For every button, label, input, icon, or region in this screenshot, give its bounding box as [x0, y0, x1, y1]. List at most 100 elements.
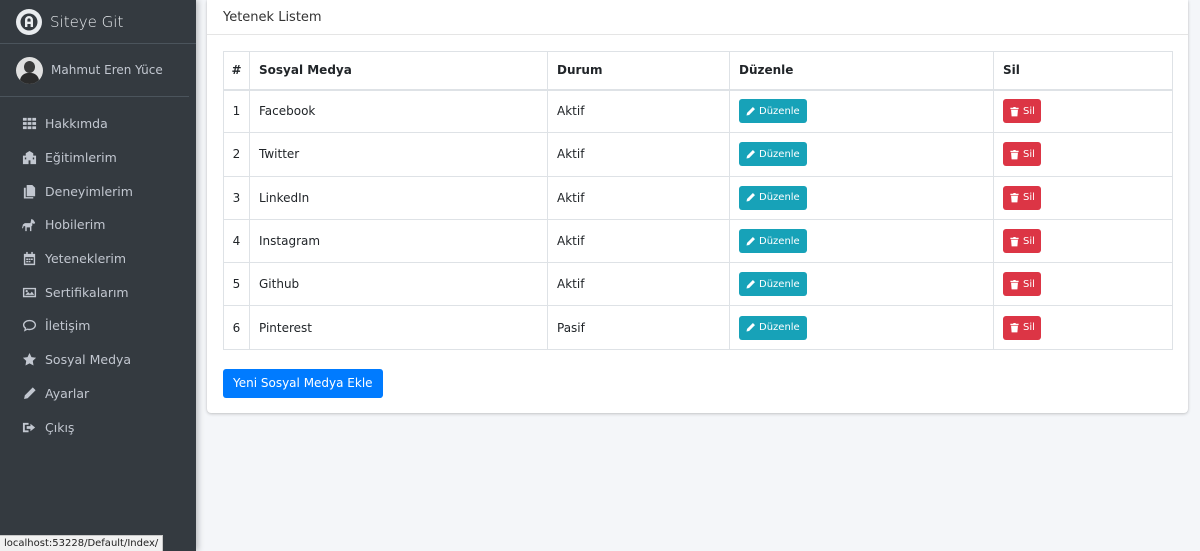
delete-button[interactable]: Sil [1003, 185, 1041, 210]
sidebar: Siteye Git Mahmut Eren Yüce Hakkımda Eği… [0, 0, 196, 551]
column-header-name: Sosyal Medya [249, 51, 548, 91]
edit-button[interactable]: Düzenle [739, 99, 807, 124]
sidebar-item-label: Deneyimlerim [45, 183, 133, 199]
sign-out-icon [22, 420, 37, 435]
edit-button[interactable]: Düzenle [739, 142, 807, 167]
table-row: 5 Github Aktif Düzenle Sil [223, 262, 1173, 307]
row-number: 4 [223, 218, 250, 264]
delete-button-label: Sil [1023, 105, 1035, 117]
column-header-status: Durum [547, 51, 730, 91]
pencil-icon [746, 323, 755, 332]
table-row: 3 LinkedIn Aktif Düzenle Sil [223, 175, 1173, 220]
delete-button[interactable]: Sil [1003, 315, 1041, 340]
copy-icon [22, 184, 37, 199]
pencil-icon [746, 149, 755, 159]
delete-button[interactable]: Sil [1003, 229, 1041, 254]
row-number: 1 [223, 88, 250, 134]
row-number: 3 [223, 175, 250, 220]
row-number: 5 [223, 262, 250, 307]
sidebar-item-hakkimda[interactable]: Hakkımda [0, 107, 196, 141]
sidebar-item-sertifikalarim[interactable]: Sertifikalarım [0, 275, 196, 309]
row-status: Aktif [547, 132, 730, 177]
sidebar-item-iletisim[interactable]: İletişim [0, 309, 196, 343]
sidebar-item-deneyimlerim[interactable]: Deneyimlerim [0, 174, 196, 208]
edit-button-label: Düzenle [759, 322, 800, 334]
delete-button-label: Sil [1023, 148, 1035, 160]
row-status: Aktif [547, 88, 730, 134]
brand-logo-icon [16, 8, 42, 35]
row-number: 2 [223, 132, 250, 177]
edit-button-label: Düzenle [759, 278, 800, 290]
pencil-icon [746, 193, 755, 202]
sidebar-item-label: Çıkış [45, 419, 75, 435]
edit-button-label: Düzenle [759, 148, 800, 160]
column-header-delete: Sil [993, 51, 1173, 91]
sidebar-item-label: Ayarlar [45, 385, 90, 401]
edit-button[interactable]: Düzenle [739, 229, 807, 254]
delete-button-label: Sil [1023, 322, 1035, 334]
trash-icon [1010, 323, 1019, 333]
row-number: 6 [223, 305, 250, 350]
delete-button-label: Sil [1023, 192, 1035, 204]
row-name: Pinterest [249, 305, 548, 350]
edit-button[interactable]: Düzenle [739, 315, 807, 340]
table-row: 4 Instagram Aktif Düzenle Sil [223, 218, 1173, 264]
delete-button[interactable]: Sil [1003, 142, 1041, 167]
image-icon [22, 285, 37, 300]
grid-icon [22, 116, 37, 131]
user-panel[interactable]: Mahmut Eren Yüce [0, 44, 189, 97]
brand-title: Siteye Git [50, 12, 124, 31]
sidebar-item-label: Sertifikalarım [45, 284, 129, 300]
row-name: Github [249, 262, 548, 307]
edit-button-label: Düzenle [759, 192, 800, 204]
skill-list-card: Yetenek Listem # Sosyal Medya Durum Düze… [207, 0, 1188, 413]
sidebar-item-label: Eğitimlerim [45, 150, 117, 166]
sidebar-item-label: Sosyal Medya [45, 352, 132, 368]
sidebar-item-yeteneklerim[interactable]: Yeteneklerim [0, 242, 196, 276]
trash-icon [1010, 193, 1019, 203]
table-row: 2 Twitter Aktif Düzenle Sil [223, 132, 1173, 177]
school-icon [22, 150, 37, 165]
sidebar-item-sosyal-medya[interactable]: Sosyal Medya [0, 343, 196, 377]
trash-icon [1010, 106, 1019, 117]
delete-button-label: Sil [1023, 235, 1035, 247]
pencil-icon [746, 106, 755, 116]
horse-icon [22, 217, 37, 232]
pencil-icon [746, 236, 755, 246]
brand-link[interactable]: Siteye Git [0, 0, 196, 44]
pencil-icon [22, 386, 37, 401]
add-social-media-button[interactable]: Yeni Sosyal Medya Ekle [223, 368, 383, 398]
user-name: Mahmut Eren Yüce [51, 63, 163, 77]
delete-button-label: Sil [1023, 278, 1035, 290]
delete-button[interactable]: Sil [1003, 272, 1041, 297]
social-media-table: # Sosyal Medya Durum Düzenle Sil 1 Faceb… [223, 51, 1173, 350]
sidebar-item-egitimlerim[interactable]: Eğitimlerim [0, 141, 196, 175]
row-status: Aktif [547, 175, 730, 220]
sidebar-item-label: Yeteneklerim [45, 251, 127, 267]
edit-button-label: Düzenle [759, 235, 800, 247]
sidebar-item-hobilerim[interactable]: Hobilerim [0, 208, 196, 242]
sidebar-nav: Hakkımda Eğitimlerim Deneyimlerim Hobile… [0, 97, 196, 444]
edit-button[interactable]: Düzenle [739, 185, 807, 210]
row-status: Pasif [547, 305, 730, 350]
sidebar-item-label: İletişim [45, 318, 91, 334]
edit-button-label: Düzenle [759, 105, 800, 117]
delete-button[interactable]: Sil [1003, 99, 1041, 124]
row-status: Aktif [547, 218, 730, 264]
browser-status-url: localhost:53228/Default/Index/ [0, 535, 164, 551]
edit-button[interactable]: Düzenle [739, 272, 807, 297]
table-header-row: # Sosyal Medya Durum Düzenle Sil [223, 51, 1173, 91]
column-header-number: # [223, 51, 250, 91]
row-name: LinkedIn [249, 175, 548, 220]
sidebar-item-cikis[interactable]: Çıkış [0, 410, 196, 444]
sidebar-item-label: Hobilerim [45, 217, 106, 233]
trash-icon [1010, 236, 1019, 246]
table-row: 6 Pinterest Pasif Düzenle Sil [223, 305, 1173, 350]
card-title: Yetenek Listem [207, 0, 1188, 35]
column-header-edit: Düzenle [729, 51, 994, 91]
table-row: 1 Facebook Aktif Düzenle Sil [223, 88, 1173, 134]
sidebar-item-ayarlar[interactable]: Ayarlar [0, 377, 196, 411]
sidebar-item-label: Hakkımda [45, 116, 108, 132]
trash-icon [1010, 279, 1019, 290]
star-icon [22, 352, 37, 367]
